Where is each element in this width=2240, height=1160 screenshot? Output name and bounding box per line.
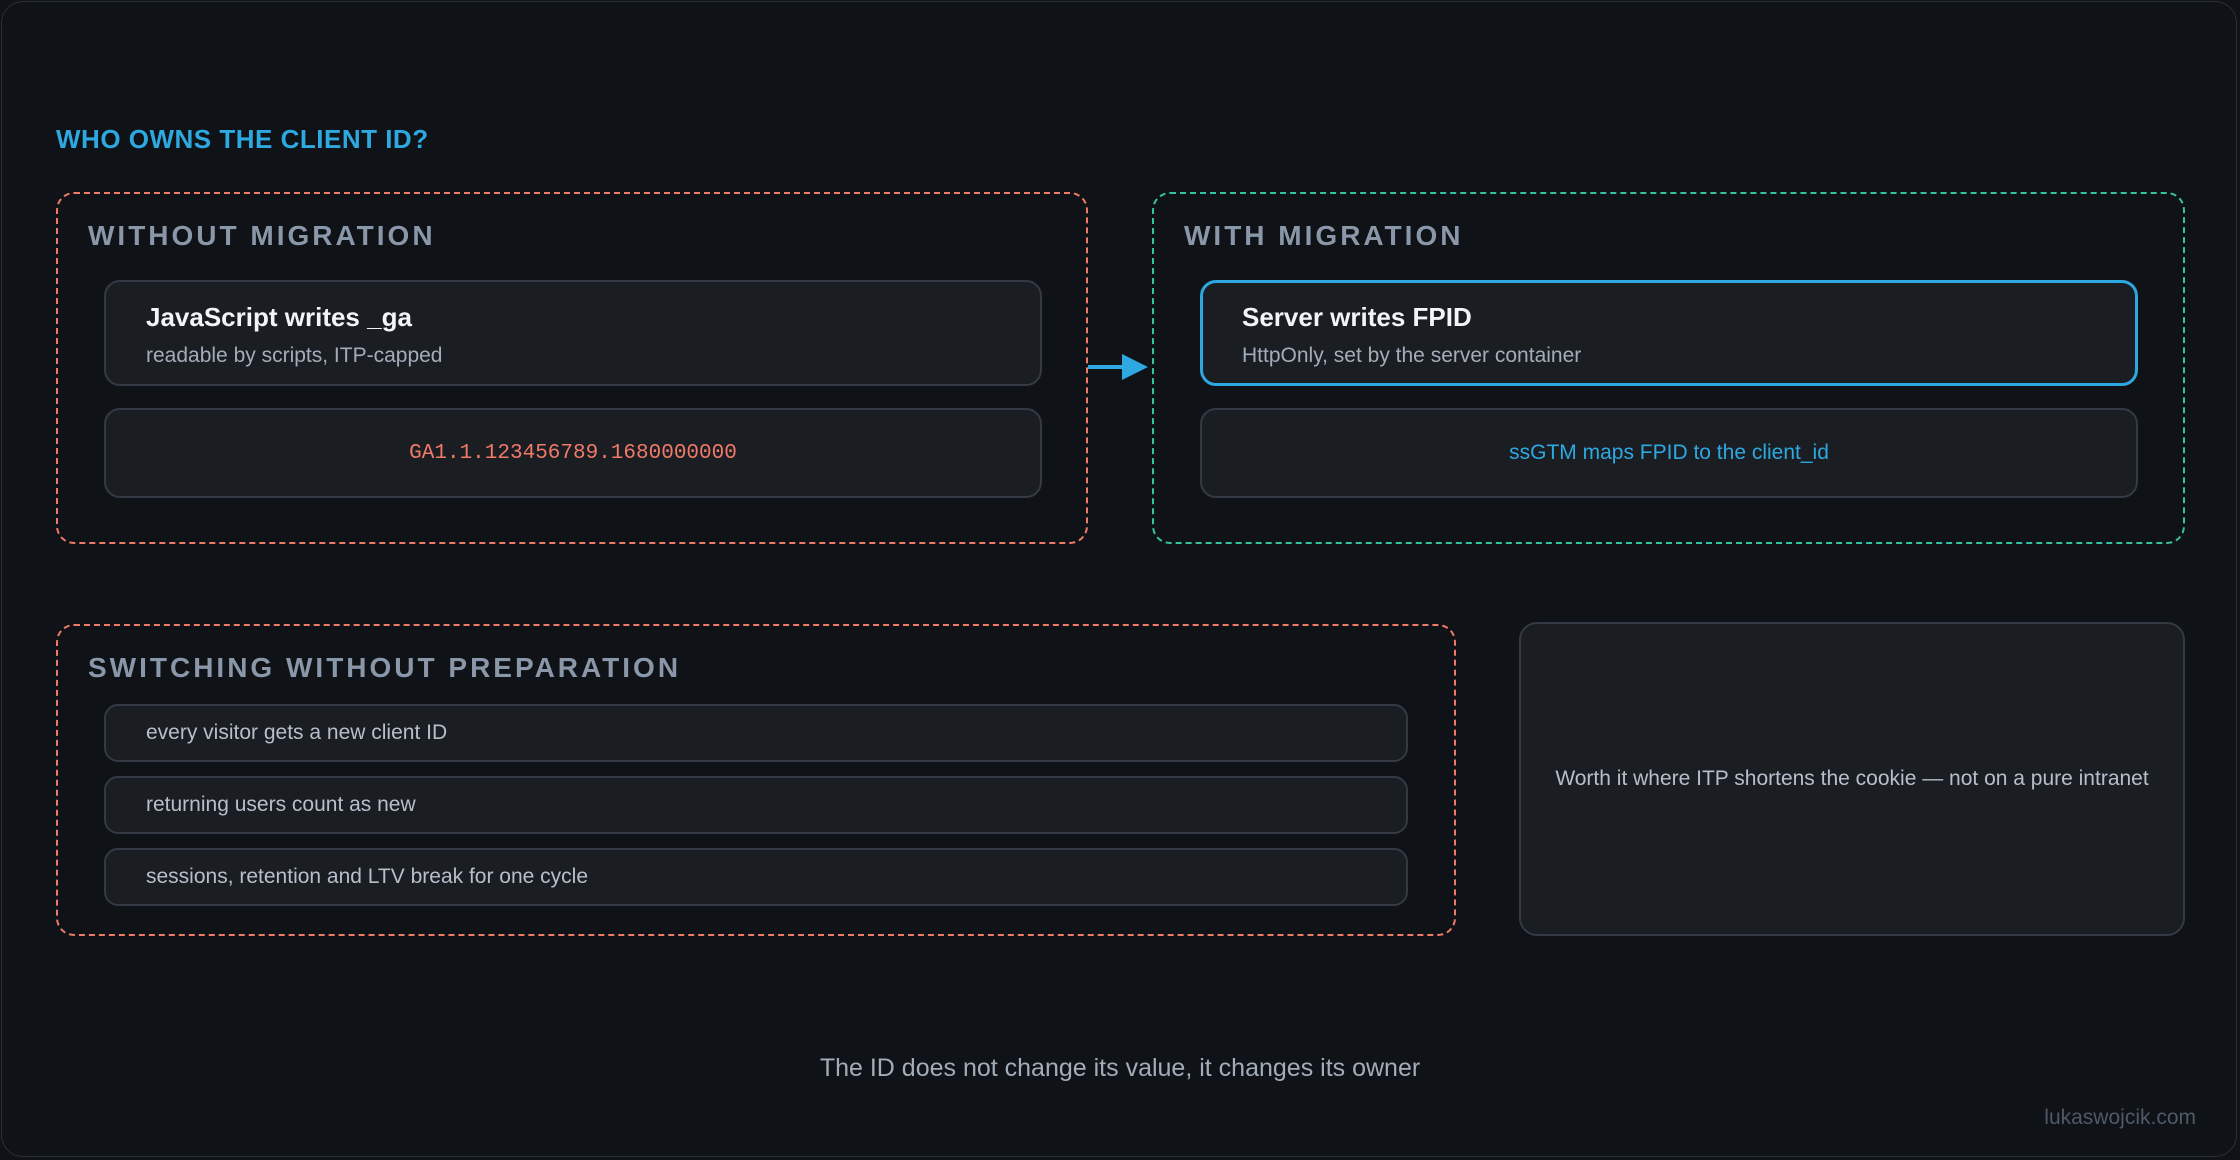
fpid-mapping-card: ssGTM maps FPID to the client_id	[1200, 408, 2138, 498]
diagram-frame	[1, 1, 2237, 1157]
without-migration-title: WITHOUT MIGRATION	[88, 220, 436, 251]
js-writes-ga-card: JavaScript writes _ga readable by script…	[104, 280, 1042, 386]
without-migration-group: WITHOUT MIGRATION JavaScript writes _ga …	[56, 192, 1088, 544]
diagram-heading: WHO OWNS THE CLIENT ID?	[56, 124, 429, 154]
server-writes-fpid-subtitle: HttpOnly, set by the server container	[1242, 344, 1582, 367]
switching-group: SWITCHING WITHOUT PREPARATION every visi…	[56, 624, 1456, 936]
list-item: every visitor gets a new client ID	[104, 704, 1408, 762]
list-item: returning users count as new	[104, 776, 1408, 834]
list-item-text: sessions, retention and LTV break for on…	[146, 865, 589, 888]
footer-caption: The ID does not change its value, it cha…	[819, 1054, 1421, 1082]
with-migration-title: WITH MIGRATION	[1184, 220, 1464, 251]
list-item: sessions, retention and LTV break for on…	[104, 848, 1408, 906]
ga-cookie-value: GA1.1.123456789.1680000000	[409, 441, 737, 465]
arrow-right-icon	[1088, 354, 1148, 380]
list-item-text: returning users count as new	[146, 793, 416, 816]
list-item-text: every visitor gets a new client ID	[146, 721, 448, 744]
itp-note-card: Worth it where ITP shortens the cookie —…	[1519, 622, 2185, 936]
server-writes-fpid-card: Server writes FPID HttpOnly, set by the …	[1200, 280, 2138, 386]
itp-note-text: Worth it where ITP shortens the cookie —…	[1555, 767, 2149, 790]
with-migration-group: WITH MIGRATION Server writes FPID HttpOn…	[1152, 192, 2185, 544]
server-writes-fpid-title: Server writes FPID	[1242, 302, 1472, 332]
js-writes-ga-subtitle: readable by scripts, ITP-capped	[146, 344, 443, 367]
ga-cookie-value-card: GA1.1.123456789.1680000000	[104, 408, 1042, 498]
credit-link[interactable]: lukaswojcik.com	[2044, 1106, 2196, 1130]
fpid-mapping-text: ssGTM maps FPID to the client_id	[1509, 441, 1829, 464]
js-writes-ga-title: JavaScript writes _ga	[146, 302, 412, 332]
switching-title: SWITCHING WITHOUT PREPARATION	[88, 652, 682, 683]
